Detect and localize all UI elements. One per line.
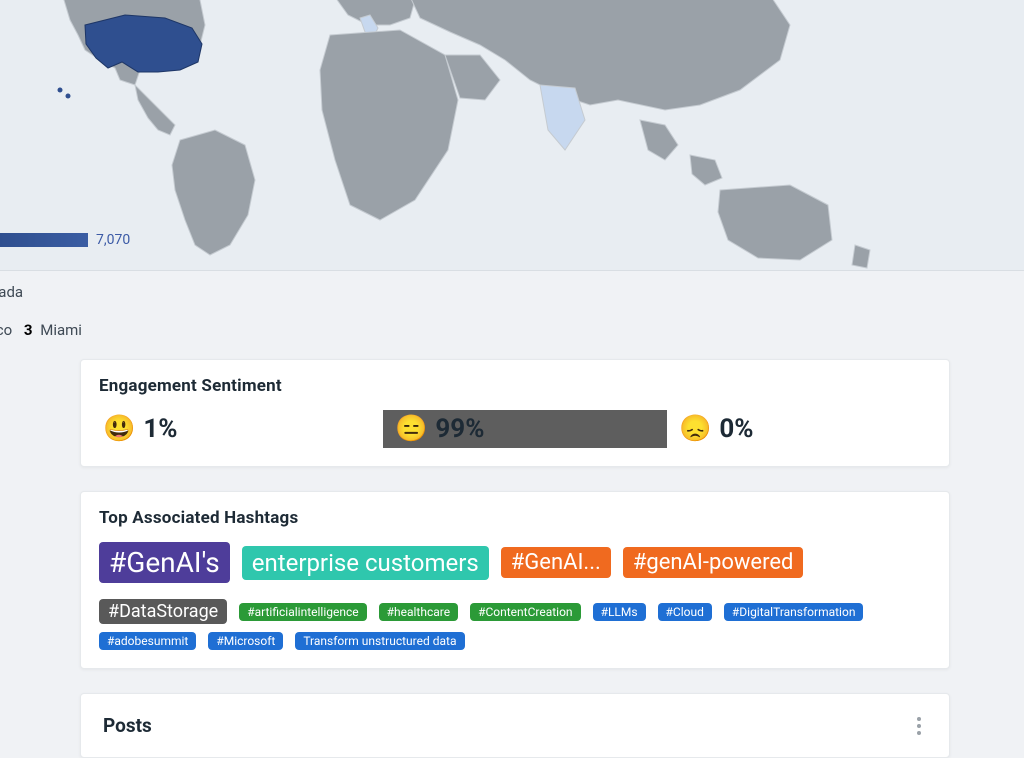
- sentiment-negative[interactable]: 😞 0%: [675, 410, 766, 448]
- hashtag-pill[interactable]: #Microsoft: [208, 632, 283, 650]
- hashtags-title: Top Associated Hashtags: [99, 508, 931, 528]
- hashtag-pill[interactable]: Transform unstructured data: [295, 632, 464, 650]
- sentiment-neutral[interactable]: 😑 99%: [383, 410, 667, 448]
- world-map-panel: 7,070: [0, 0, 1024, 271]
- hashtag-pill[interactable]: #DigitalTransformation: [724, 603, 864, 621]
- hashtag-pill[interactable]: #Cloud: [658, 603, 712, 621]
- hashtag-pill[interactable]: #GenAI's: [99, 542, 230, 583]
- sentiment-row: 😃 1% 😑 99% 😞 0%: [99, 410, 931, 448]
- sentiment-card: Engagement Sentiment 😃 1% 😑 99% 😞 0%: [80, 359, 950, 467]
- hashtag-pill[interactable]: #GenAI...: [501, 547, 611, 578]
- hashtag-pill[interactable]: #DataStorage: [99, 599, 227, 624]
- neutral-emoji-icon: 😑: [395, 416, 427, 442]
- hashtag-pill[interactable]: #healthcare: [379, 603, 458, 621]
- hashtags-card: Top Associated Hashtags #GenAI's enterpri…: [80, 491, 950, 669]
- hashtag-pill[interactable]: #artificialintelligence: [239, 603, 366, 621]
- legend-max-value: 7,070: [96, 232, 130, 248]
- hashtag-pill[interactable]: #adobesummit: [99, 632, 196, 650]
- kebab-dot-icon: [917, 724, 921, 728]
- hashtag-cloud: #GenAI's enterprise customers #GenAI... #ge…: [99, 542, 931, 650]
- posts-card: Posts: [80, 693, 950, 758]
- neutral-percent: 99%: [435, 414, 484, 444]
- negative-emoji-icon: 😞: [679, 416, 711, 442]
- hashtag-pill[interactable]: enterprise customers: [242, 546, 489, 580]
- legend-bar: [0, 233, 88, 247]
- hashtag-pill[interactable]: #genAI-powered: [623, 547, 804, 578]
- positive-emoji-icon: 😃: [103, 416, 135, 442]
- top-countries-fragment: nada: [0, 283, 1024, 301]
- posts-title: Posts: [103, 714, 927, 737]
- city-fragment-1: sco: [0, 321, 12, 339]
- positive-percent: 1%: [143, 414, 177, 444]
- sentiment-title: Engagement Sentiment: [99, 376, 931, 396]
- kebab-dot-icon: [917, 731, 921, 735]
- location-summary: nada sco 3 Miami: [0, 271, 1024, 359]
- city-rank: 3: [24, 321, 33, 339]
- negative-percent: 0%: [719, 414, 753, 444]
- map-legend: 7,070: [0, 232, 130, 248]
- sentiment-positive[interactable]: 😃 1%: [99, 410, 383, 448]
- city-name: Miami: [40, 321, 82, 339]
- top-cities-fragment: sco 3 Miami: [0, 321, 1024, 339]
- kebab-dot-icon: [917, 717, 921, 721]
- world-map[interactable]: [0, 0, 1024, 271]
- posts-menu-button[interactable]: [907, 714, 931, 738]
- hashtag-pill[interactable]: #LLMs: [593, 603, 646, 621]
- hashtag-pill[interactable]: #ContentCreation: [470, 603, 580, 621]
